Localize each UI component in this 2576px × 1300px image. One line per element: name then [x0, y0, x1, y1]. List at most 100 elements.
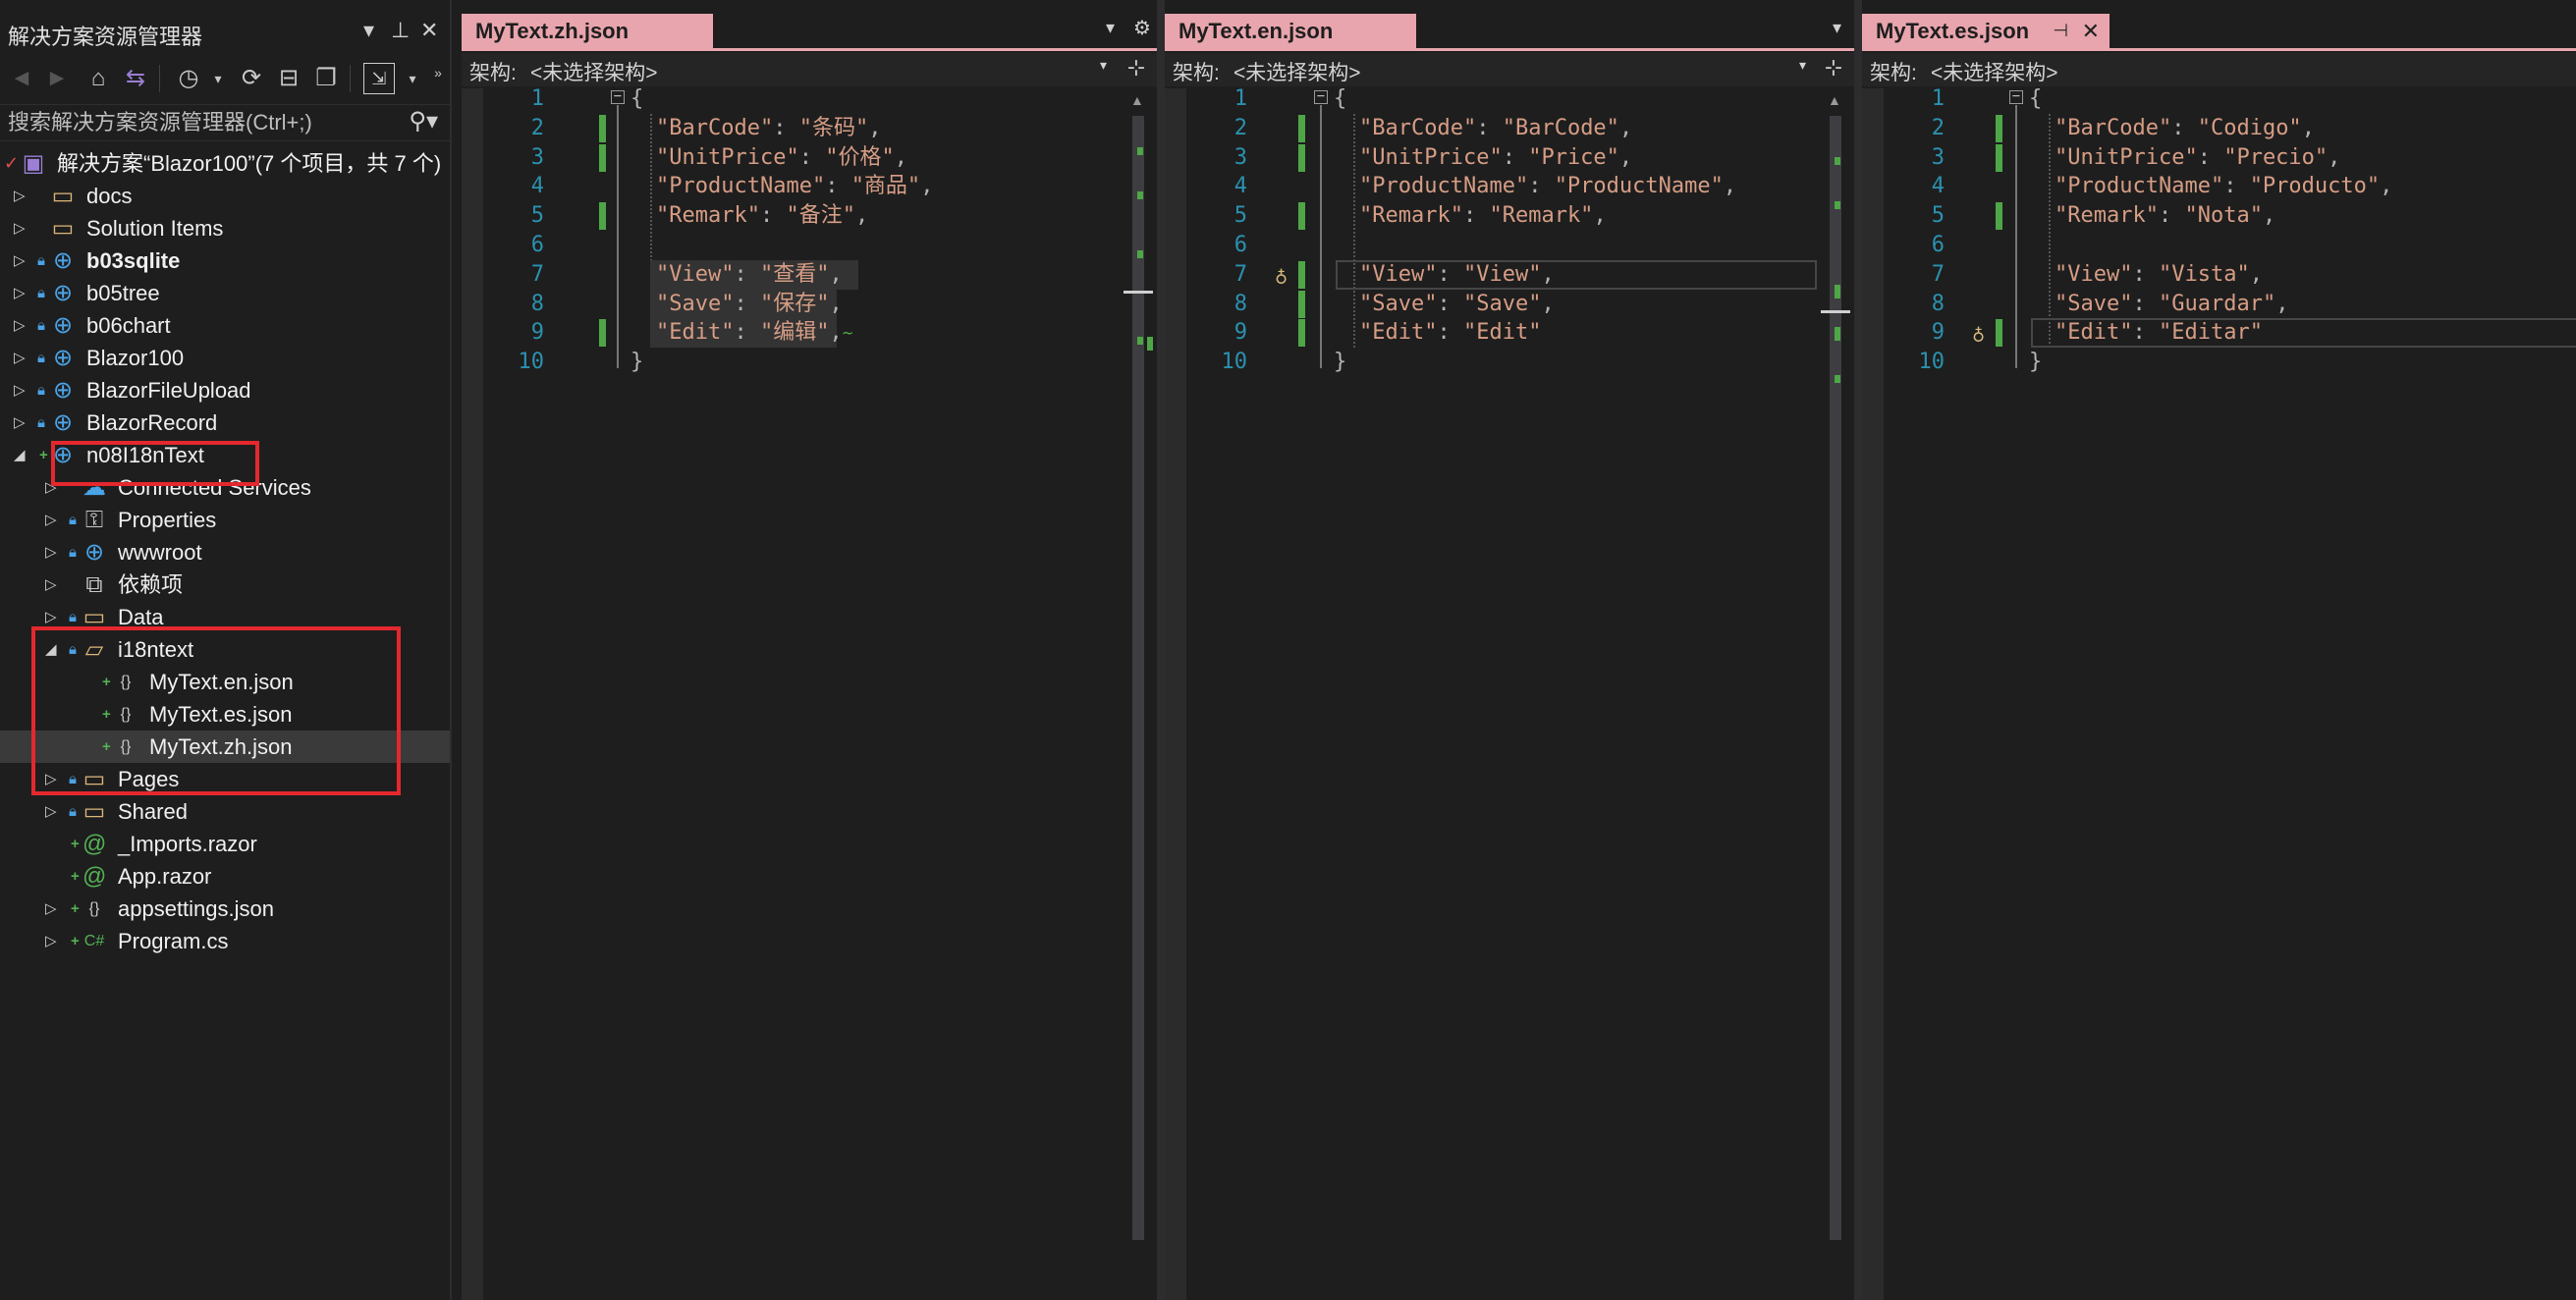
- code-line[interactable]: 8 "Save": "Save",: [1165, 290, 1854, 319]
- show-all-files-icon[interactable]: ❐: [310, 63, 342, 94]
- forward-icon[interactable]: ►: [41, 63, 73, 94]
- close-icon[interactable]: ✕: [420, 18, 438, 43]
- tree-item[interactable]: ▷ 🔒︎ ⊕ b06chart: [0, 309, 450, 342]
- tab-mytext-en-json[interactable]: MyText.en.json: [1165, 14, 1416, 48]
- code-line[interactable]: 10}: [462, 348, 1157, 377]
- tree-item[interactable]: ▷ 🔒︎ ⊕ BlazorFileUpload: [0, 374, 450, 406]
- code-line[interactable]: 3 "UnitPrice": "Precio",: [1862, 143, 2576, 173]
- collapse-all-icon[interactable]: ⊟: [273, 63, 304, 94]
- lightbulb-icon[interactable]: ♁: [1275, 262, 1288, 292]
- tree-item[interactable]: ▷ 🔒︎ ⊕ b05tree: [0, 277, 450, 309]
- gear-icon[interactable]: ⚙: [1133, 16, 1151, 40]
- vertical-scrollbar[interactable]: ▲: [1821, 88, 1850, 1300]
- collapsed-arrow-icon[interactable]: ▷: [14, 212, 29, 244]
- code-line[interactable]: 7 "View": "查看",: [462, 260, 1157, 290]
- vertical-scrollbar[interactable]: ▲: [1124, 88, 1153, 1300]
- code-line[interactable]: 3 "UnitPrice": "价格",: [462, 143, 1157, 173]
- collapsed-arrow-icon[interactable]: ▷: [45, 536, 61, 569]
- collapsed-arrow-icon[interactable]: ▷: [14, 406, 29, 439]
- switch-views-icon[interactable]: ⇆: [120, 63, 151, 94]
- tree-item[interactable]: ▷ 🔒︎ ⊕ b03sqlite: [0, 244, 450, 277]
- chevron-down-icon[interactable]: ▾: [1100, 57, 1107, 74]
- code-editor[interactable]: 1−{2 "BarCode": "Codigo", 3 "UnitPrice": "P…: [1862, 84, 2576, 377]
- code-line[interactable]: 6: [1165, 231, 1854, 260]
- code-line[interactable]: 6: [462, 231, 1157, 260]
- collapsed-arrow-icon[interactable]: ▷: [45, 925, 61, 957]
- close-tab-icon[interactable]: ✕: [2082, 14, 2100, 48]
- tree-item[interactable]: ▷ 🔒︎ ⊕ wwwroot: [0, 536, 450, 569]
- filter-dropdown-icon[interactable]: ▾: [202, 63, 234, 94]
- collapse-region-icon[interactable]: −: [1314, 89, 1328, 104]
- tree-item[interactable]: ▷ ⧉ 依赖项: [0, 569, 450, 601]
- tree-item[interactable]: ▷ 🔒︎ ⚿ Properties: [0, 504, 450, 536]
- scroll-up-icon[interactable]: ▲: [1828, 92, 1841, 108]
- tab-mytext-es-json[interactable]: MyText.es.json ⊣ ✕: [1862, 14, 2110, 48]
- code-line[interactable]: 4 "ProductName": "ProductName",: [1165, 172, 1854, 201]
- tree-item[interactable]: + @ _Imports.razor: [0, 828, 450, 860]
- split-window-icon[interactable]: ⊹: [1124, 55, 1149, 84]
- code-line[interactable]: 7 ♁ "View": "View",: [1165, 260, 1854, 290]
- tree-item[interactable]: ✓ ▣ 解决方案“Blazor100”(7 个项目，共 7 个): [0, 147, 450, 180]
- split-window-icon[interactable]: ⊹: [1821, 55, 1846, 84]
- code-line[interactable]: 5 "Remark": "Nota",: [1862, 201, 2576, 231]
- collapsed-arrow-icon[interactable]: ▷: [14, 374, 29, 406]
- code-line[interactable]: 8 "Save": "Guardar",: [1862, 290, 2576, 319]
- window-position-dropdown-icon[interactable]: ▾: [363, 18, 374, 43]
- code-line[interactable]: 4 "ProductName": "Producto",: [1862, 172, 2576, 201]
- tree-item[interactable]: ▷ 🔒︎ ▭ Shared: [0, 795, 450, 828]
- solution-explorer-splitter[interactable]: [450, 0, 452, 1300]
- schema-dropdown[interactable]: <未选择架构>: [1233, 57, 1361, 86]
- code-line[interactable]: 1 −{: [1862, 84, 2576, 114]
- collapse-region-icon[interactable]: −: [2009, 89, 2023, 104]
- code-line[interactable]: 5 "Remark": "备注",: [462, 201, 1157, 231]
- collapsed-arrow-icon[interactable]: ▷: [14, 277, 29, 309]
- tree-item[interactable]: ▷ +{} appsettings.json: [0, 893, 450, 925]
- schema-dropdown[interactable]: <未选择架构>: [530, 57, 658, 86]
- code-line[interactable]: 9 "Edit": "Edit": [1165, 318, 1854, 348]
- pin-tab-icon[interactable]: ⊣: [2053, 14, 2068, 48]
- sync-with-active-document-icon[interactable]: ⇲: [363, 63, 395, 94]
- code-line[interactable]: 9 ♁ "Edit": "Editar": [1862, 318, 2576, 348]
- back-icon[interactable]: ◄: [6, 63, 37, 94]
- tab-dropdown-icon[interactable]: ▾: [1106, 18, 1115, 38]
- code-line[interactable]: 9 "Edit": "编辑",~: [462, 318, 1157, 348]
- scroll-up-icon[interactable]: ▲: [1130, 92, 1144, 108]
- schema-dropdown[interactable]: <未选择架构>: [1931, 57, 2058, 86]
- code-line[interactable]: 1 −{: [1165, 84, 1854, 114]
- tree-item[interactable]: + @ App.razor: [0, 860, 450, 893]
- code-line[interactable]: 1 −{: [462, 84, 1157, 114]
- tree-item[interactable]: ▷ 🔒︎ ⊕ BlazorRecord: [0, 406, 450, 439]
- code-line[interactable]: 7 "View": "Vista",: [1862, 260, 2576, 290]
- tree-item[interactable]: ▷ 🔒︎ ⊕ Blazor100: [0, 342, 450, 374]
- search-icon[interactable]: ⚲▾: [409, 107, 438, 135]
- tree-item[interactable]: ▷ ▭ docs: [0, 180, 450, 212]
- code-editor[interactable]: 1−{2 "BarCode": "条码", 3 "UnitPrice": "价格", 4…: [462, 84, 1157, 377]
- collapsed-arrow-icon[interactable]: ▷: [14, 309, 29, 342]
- collapsed-arrow-icon[interactable]: ▷: [14, 180, 29, 212]
- home-icon[interactable]: ⌂: [82, 63, 114, 94]
- auto-hide-pin-icon[interactable]: ⊥: [391, 18, 410, 43]
- tab-dropdown-icon[interactable]: ▾: [1833, 18, 1841, 38]
- collapsed-arrow-icon[interactable]: ▷: [45, 504, 61, 536]
- collapsed-arrow-icon[interactable]: ▷: [45, 795, 61, 828]
- code-line[interactable]: 10}: [1862, 348, 2576, 377]
- collapsed-arrow-icon[interactable]: ▷: [45, 893, 61, 925]
- chevron-down-icon[interactable]: ▾: [1799, 57, 1806, 74]
- lightbulb-icon[interactable]: ♁: [1972, 320, 1985, 350]
- code-line[interactable]: 6: [1862, 231, 2576, 260]
- code-line[interactable]: 2 "BarCode": "Codigo",: [1862, 114, 2576, 143]
- code-line[interactable]: 8 "Save": "保存",: [462, 290, 1157, 319]
- code-line[interactable]: 10}: [1165, 348, 1854, 377]
- code-line[interactable]: 2 "BarCode": "条码",: [462, 114, 1157, 143]
- code-line[interactable]: 4 "ProductName": "商品",: [462, 172, 1157, 201]
- collapsed-arrow-icon[interactable]: ▷: [14, 244, 29, 277]
- collapsed-arrow-icon[interactable]: ▷: [45, 569, 61, 601]
- collapsed-arrow-icon[interactable]: ▷: [14, 342, 29, 374]
- search-input[interactable]: [0, 105, 393, 140]
- code-line[interactable]: 5 "Remark": "Remark",: [1165, 201, 1854, 231]
- code-line[interactable]: 3 "UnitPrice": "Price",: [1165, 143, 1854, 173]
- tree-item[interactable]: ▷ ▭ Solution Items: [0, 212, 450, 244]
- collapse-region-icon[interactable]: −: [611, 89, 625, 104]
- pending-changes-filter-icon[interactable]: ◷: [173, 63, 204, 94]
- expanded-arrow-icon[interactable]: ◢: [14, 439, 29, 471]
